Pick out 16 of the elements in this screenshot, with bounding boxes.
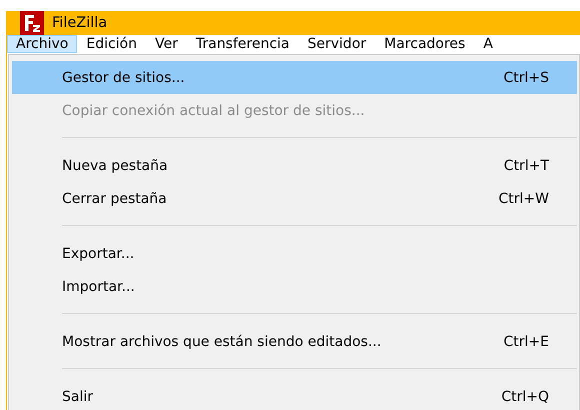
- menu-item[interactable]: Exportar...: [12, 237, 577, 270]
- menu-bar-item[interactable]: Marcadores: [375, 35, 474, 53]
- window-title: FileZilla: [52, 15, 108, 31]
- menu-item[interactable]: Cerrar pestaña Ctrl+W: [12, 182, 577, 215]
- menu-bar-item[interactable]: Ver: [146, 35, 187, 53]
- menu-item[interactable]: Importar...: [12, 270, 577, 303]
- menu-bar-item[interactable]: Archivo: [7, 35, 78, 53]
- app-logo-icon: [20, 11, 44, 35]
- menu-item[interactable]: Mostrar archivos que están siendo editados... Ctrl+E: [12, 325, 577, 358]
- menu-bar-item[interactable]: Edición: [77, 35, 146, 53]
- menu-bar-item[interactable]: Servidor: [298, 35, 376, 53]
- menu-item[interactable]: Gestor de sitios... Ctrl+S: [12, 61, 577, 94]
- menu-bar-item[interactable]: A: [474, 35, 502, 53]
- menu-item[interactable]: Salir Ctrl+Q: [12, 380, 577, 410]
- menu-bar-item[interactable]: Transferencia: [186, 35, 298, 53]
- menu-item[interactable]: Nueva pestaña Ctrl+T: [12, 149, 577, 182]
